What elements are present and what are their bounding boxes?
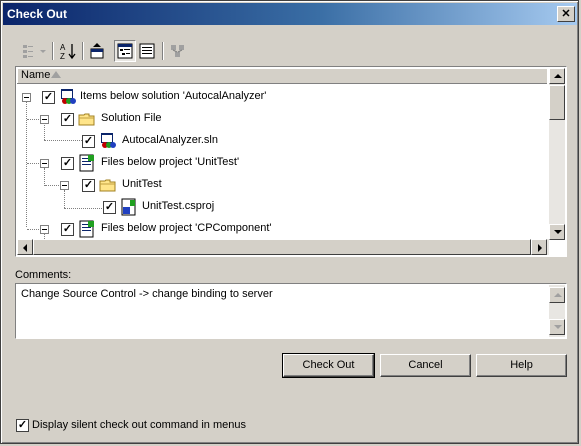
arrow-up-icon xyxy=(554,74,562,78)
folder-icon xyxy=(99,179,116,192)
network-button[interactable] xyxy=(167,40,189,62)
network-icon xyxy=(171,45,184,57)
scroll-up-button[interactable] xyxy=(549,68,565,84)
tree-item-label: AutocalAnalyzer.sln xyxy=(122,134,218,146)
tree-item-label: Solution File xyxy=(101,112,162,124)
scroll-up-button[interactable] xyxy=(549,287,565,303)
options-dropdown-arrow[interactable] xyxy=(38,40,48,62)
help-button[interactable]: Help xyxy=(476,354,567,377)
tree-vertical-scrollbar[interactable] xyxy=(549,68,565,240)
tree-row[interactable]: ✓ UnitTest.csproj xyxy=(16,198,546,216)
arrow-down-icon xyxy=(554,230,562,234)
comments-label: Comments: xyxy=(15,269,72,281)
tree-item-label: UnitTest.csproj xyxy=(142,200,215,212)
item-checkbox[interactable]: ✓ xyxy=(61,113,74,126)
sort-button[interactable]: A Z xyxy=(57,40,79,62)
item-checkbox[interactable]: ✓ xyxy=(82,179,95,192)
name-column-header[interactable]: Name xyxy=(17,68,547,84)
display-silent-checkbox[interactable]: ✓ xyxy=(16,419,29,432)
comments-value: Change Source Control -> change binding … xyxy=(21,288,273,300)
tree-item-label: Files below project 'CPComponent' xyxy=(101,222,272,234)
item-checkbox[interactable]: ✓ xyxy=(61,223,74,236)
column-header-label: Name xyxy=(21,69,51,81)
svg-text:A: A xyxy=(60,43,66,52)
scroll-down-button[interactable] xyxy=(549,224,565,240)
options-icon xyxy=(23,45,33,58)
display-silent-label: Display silent check out command in menu… xyxy=(32,419,246,431)
items-tree[interactable]: Name ✓ Items below solution 'AutocalAnal… xyxy=(15,66,567,257)
check-out-button[interactable]: Check Out xyxy=(282,353,375,378)
arrow-right-icon xyxy=(538,244,542,252)
tree-row[interactable]: ✓ UnitTest xyxy=(16,176,546,194)
arrow-up-icon xyxy=(554,293,562,297)
tree-item-label: Items below solution 'AutocalAnalyzer' xyxy=(80,90,267,102)
csproj-icon xyxy=(121,198,136,216)
folder-icon xyxy=(78,113,95,126)
close-button[interactable]: ✕ xyxy=(557,6,575,22)
tree-view-button[interactable] xyxy=(114,40,136,62)
item-checkbox[interactable]: ✓ xyxy=(103,201,116,214)
collapse-toggle[interactable] xyxy=(60,181,69,190)
sort-az-icon: A Z xyxy=(60,43,76,61)
arrow-left-icon xyxy=(23,244,27,252)
tree-row[interactable]: ✓ Files below project 'CPComponent' xyxy=(16,220,546,238)
move-up-icon xyxy=(90,43,104,59)
scroll-thumb[interactable] xyxy=(33,239,531,255)
arrow-down-icon xyxy=(554,325,562,329)
item-checkbox[interactable]: ✓ xyxy=(82,135,95,148)
comments-textarea[interactable]: Change Source Control -> change binding … xyxy=(15,283,567,339)
toolbar-separator xyxy=(162,42,164,60)
tree-item-label: Files below project 'UnitTest' xyxy=(101,156,240,168)
tree-row[interactable]: ✓ Solution File xyxy=(16,110,546,128)
options-dropdown-button[interactable] xyxy=(18,40,40,62)
tree-row[interactable]: ✓ Files below project 'UnitTest' xyxy=(16,154,546,172)
tree-item-label: UnitTest xyxy=(122,178,162,190)
collapse-toggle[interactable] xyxy=(22,93,31,102)
collapse-toggle[interactable] xyxy=(40,225,49,234)
toolbar: A Z xyxy=(14,38,194,64)
item-checkbox[interactable]: ✓ xyxy=(42,91,55,104)
collapse-toggle[interactable] xyxy=(40,159,49,168)
scroll-right-button[interactable] xyxy=(531,239,547,255)
title-bar[interactable]: Check Out ✕ xyxy=(3,3,577,25)
cancel-button[interactable]: Cancel xyxy=(380,354,471,377)
item-checkbox[interactable]: ✓ xyxy=(61,157,74,170)
list-view-icon xyxy=(139,43,155,59)
toolbar-separator xyxy=(52,42,54,60)
scroll-thumb[interactable] xyxy=(549,85,565,120)
collapse-toggle[interactable] xyxy=(40,115,49,124)
list-view-button[interactable] xyxy=(136,40,158,62)
move-up-button[interactable] xyxy=(87,40,109,62)
tree-view-icon xyxy=(117,43,133,59)
tree-row[interactable]: ✓ AutocalAnalyzer.sln xyxy=(16,132,546,150)
tree-horizontal-scrollbar[interactable] xyxy=(17,239,549,255)
svg-text:Z: Z xyxy=(60,52,65,61)
toolbar-separator xyxy=(82,42,84,60)
solution-icon xyxy=(101,133,116,148)
solution-icon xyxy=(61,89,76,104)
scroll-left-button[interactable] xyxy=(17,239,33,255)
chevron-down-icon xyxy=(40,50,46,53)
check-out-dialog: Check Out ✕ A Z Name ✓ Items below solut… xyxy=(0,0,579,444)
dialog-title: Check Out xyxy=(7,7,68,21)
close-icon: ✕ xyxy=(561,8,571,20)
project-icon xyxy=(79,220,94,238)
scroll-down-button[interactable] xyxy=(549,319,565,335)
comments-scrollbar[interactable] xyxy=(549,285,565,337)
tree-row[interactable]: ✓ Items below solution 'AutocalAnalyzer' xyxy=(16,88,546,106)
project-icon xyxy=(79,154,94,172)
sort-ascending-icon xyxy=(51,71,61,78)
